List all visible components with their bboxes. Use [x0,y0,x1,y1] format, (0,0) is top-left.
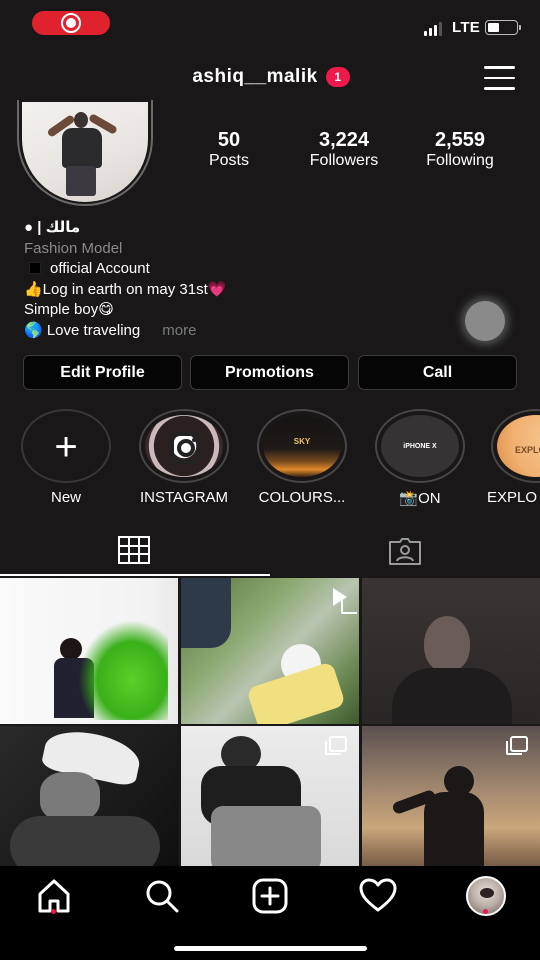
followers-count: 3,224 [318,129,370,151]
carousel-post-icon [506,736,528,755]
highlight-iphone[interactable]: iPHONE X 📸ON [373,409,467,507]
home-indicator[interactable] [174,946,367,951]
followers-label: Followers [309,152,379,169]
home-notification-dot [51,909,56,914]
plus-icon: + [54,425,78,469]
tagged-person-icon[interactable] [388,537,422,565]
screen-recording-indicator[interactable] [32,11,110,35]
profile-header: ashiq__malik 1 [0,66,540,88]
posts-label: Posts [208,152,249,169]
following-count: 2,559 [434,129,486,151]
bio-line-4: 🌎 Love traveling more [24,321,226,342]
bio-line-2: 👍Log in earth on may 31st💗 [24,280,226,301]
bio-more-link[interactable]: more [162,322,196,339]
status-bar: LTE [0,0,540,46]
stat-followers[interactable]: 3,224 Followers [298,129,390,171]
bio-name-line: ● | مالك [24,218,226,239]
highlight-label: 📸ON [399,490,441,507]
highlight-cover-text: EXPLO [515,445,540,455]
call-button[interactable]: Call [358,355,517,390]
assistive-touch-button[interactable] [454,290,516,352]
post-thumbnail[interactable] [362,726,540,872]
highlight-explore[interactable]: EXPLO EXPLO [487,409,540,506]
highlight-label: New [50,489,81,506]
apple-icon: ● [24,219,34,236]
record-icon [61,13,81,33]
bio-line-1: official Account [24,259,226,280]
bio-text-1: official Account [50,260,150,277]
bio-category: Fashion Model [24,239,123,257]
add-post-icon[interactable] [250,876,290,916]
carousel-post-icon [325,736,347,755]
bio-line-3: Simple boy😋 [24,301,114,318]
battery-icon [485,20,521,35]
black-square-icon [29,262,41,274]
bio-text-2: 👍Log in earth on may 31st [24,280,208,298]
promotions-button[interactable]: Promotions [190,355,349,390]
post-thumbnail[interactable] [181,578,359,724]
instagram-icon [170,432,202,464]
highlight-label: EXPLO [487,489,538,506]
highlight-colours[interactable]: SKY COLOURS... [255,409,349,506]
highlight-instagram[interactable]: INSTAGRAM [137,409,231,506]
username[interactable]: ashiq__malik [192,66,317,88]
active-tab-indicator [0,574,270,576]
posts-count: 50 [217,129,241,151]
signal-icon [424,22,442,36]
highlight-cover-text: SKY [293,437,311,446]
network-type: LTE [452,19,481,36]
highlight-new[interactable]: + New [19,409,113,506]
grid-icon[interactable] [117,536,151,564]
post-thumbnail[interactable] [0,726,178,872]
display-name: | مالك [37,219,81,236]
bio-text-4: 🌎 Love traveling [24,321,141,339]
highlight-label: INSTAGRAM [139,489,229,506]
heart-icon[interactable] [358,876,398,916]
post-thumbnail[interactable] [362,578,540,724]
video-post-icon [333,588,357,614]
highlight-label: COLOURS... [258,489,346,506]
highlight-cover-text: iPHONE X [403,443,437,450]
profile-notification-dot [483,909,488,914]
post-thumbnail[interactable] [0,578,178,724]
search-icon[interactable] [142,876,182,916]
post-thumbnail[interactable] [181,726,359,872]
edit-profile-button[interactable]: Edit Profile [23,355,182,390]
stat-following[interactable]: 2,559 Following [414,129,506,171]
heart-emoji: 💗 [207,280,227,298]
notification-badge[interactable]: 1 [325,67,350,87]
stat-posts[interactable]: 50 Posts [200,129,258,171]
following-label: Following [426,152,494,169]
hamburger-menu-icon[interactable] [484,66,515,90]
profile-bio: ● | مالك Fashion Model official Account … [24,218,226,341]
